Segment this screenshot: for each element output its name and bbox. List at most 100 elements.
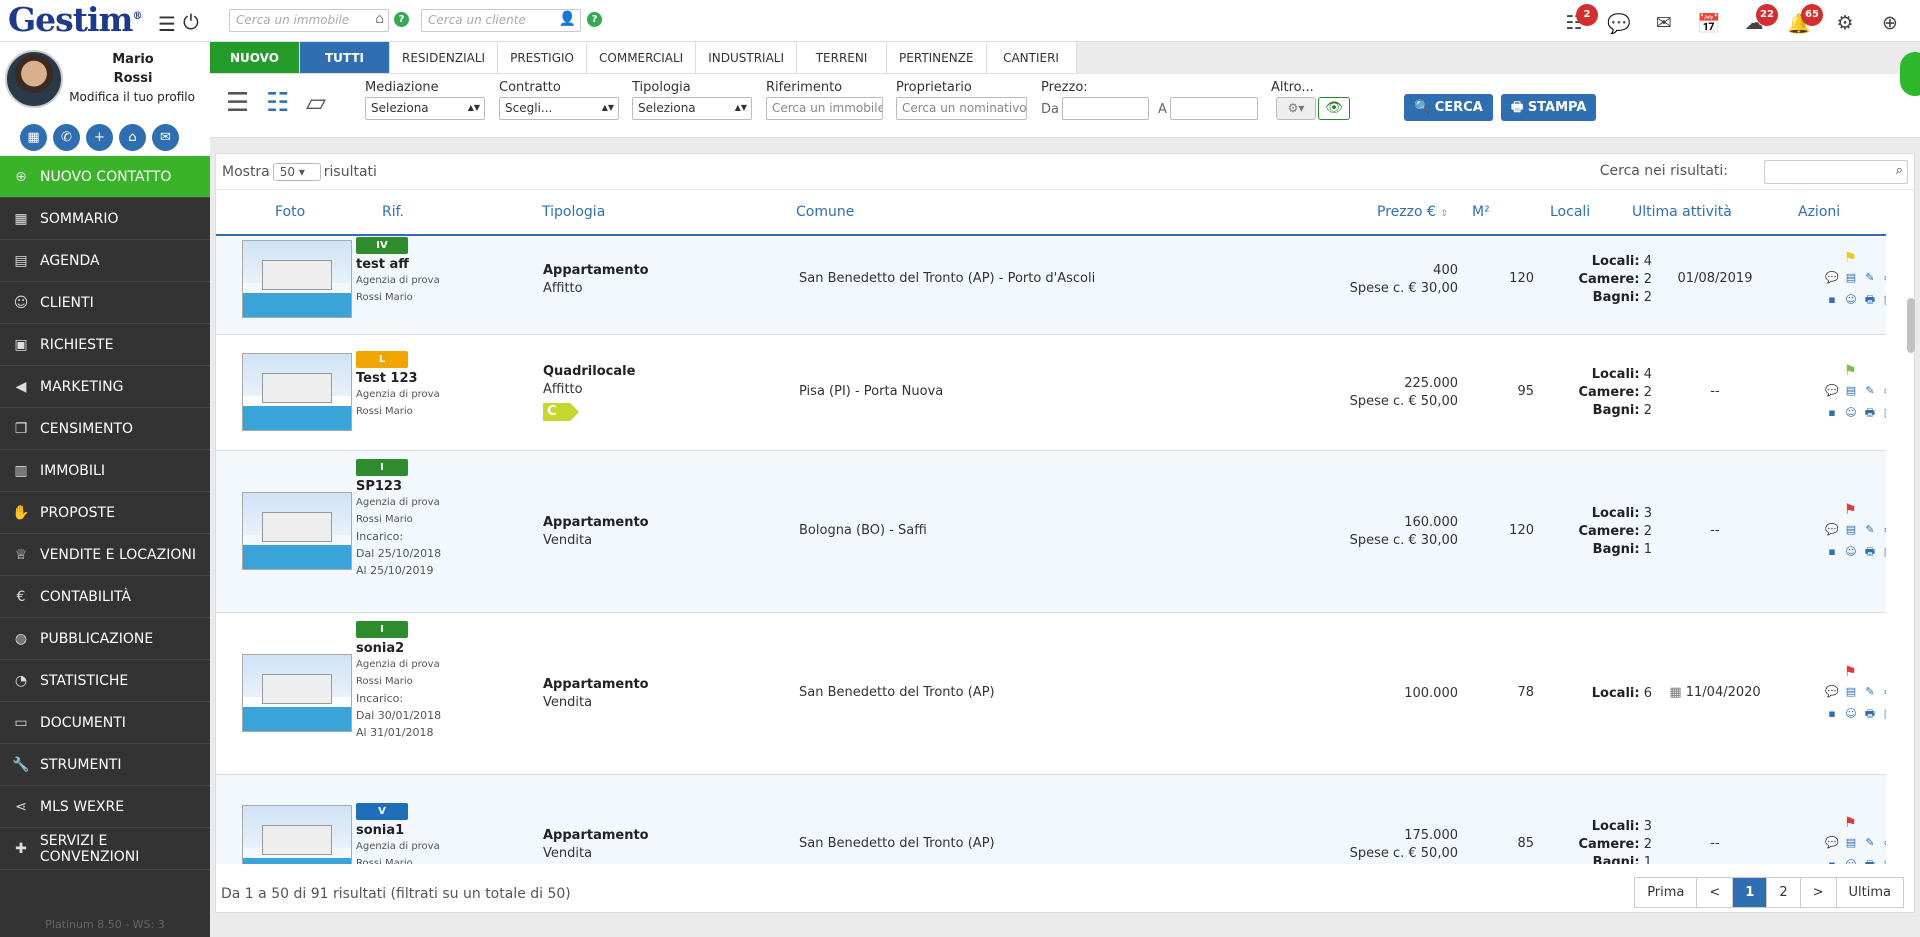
mediazione-select[interactable]: Seleziona ▲▼	[365, 97, 485, 120]
monitor-icon[interactable]: ▭	[1881, 383, 1886, 399]
col-tipologia[interactable]: Tipologia	[542, 204, 605, 220]
riferimento-input[interactable]: Cerca un immobile	[766, 97, 883, 120]
page-size-select[interactable]: 50 ▾	[272, 163, 321, 181]
people-icon[interactable]: ☺	[1843, 292, 1859, 308]
support-icon[interactable]: ⊕	[1878, 12, 1902, 34]
monitor-icon[interactable]: ▭	[1881, 835, 1886, 851]
save-icon[interactable]: ▪	[1824, 292, 1840, 308]
tasks-icon[interactable]: ☷ 2	[1562, 4, 1598, 34]
property-code[interactable]: Test 123	[356, 371, 506, 386]
calendar-x-icon[interactable]: 📅	[1697, 12, 1721, 35]
flag-icon[interactable]: ⚑	[1844, 815, 1857, 831]
sidebar-item-clienti[interactable]: ☺ CLIENTI	[0, 282, 210, 324]
tab-prestigio[interactable]: PRESTIGIO	[498, 42, 588, 74]
sidebar-item-sommario[interactable]: ▦ SOMMARIO	[0, 198, 210, 240]
page-next[interactable]: >	[1799, 877, 1837, 908]
property-code[interactable]: sonia2	[356, 641, 506, 656]
sidebar-item-nuovo-contatto[interactable]: ⊕ NUOVO CONTATTO	[0, 156, 210, 198]
photo-icon[interactable]: ▣	[1881, 405, 1886, 421]
table-row[interactable]: I SP123 Agenzia di prova Rossi Mario Inc…	[216, 451, 1886, 613]
col-comune[interactable]: Comune	[796, 204, 854, 220]
avatar[interactable]	[5, 50, 63, 108]
doc-icon[interactable]: ▤	[1843, 270, 1859, 286]
print-icon[interactable]: 🖶	[1862, 706, 1878, 722]
flag-icon[interactable]: ⚑	[1844, 502, 1857, 518]
edit-icon[interactable]: ✎	[1862, 684, 1878, 700]
chat-icon[interactable]: 💬	[1824, 522, 1840, 538]
chat-icon[interactable]: 💬	[1824, 270, 1840, 286]
edit-icon[interactable]: ✎	[1862, 835, 1878, 851]
prezzo-da-input[interactable]	[1062, 97, 1149, 120]
property-photo[interactable]	[242, 240, 352, 318]
list-view-icon[interactable]: ☰	[226, 88, 249, 118]
eye-icon[interactable]: 👁	[1318, 97, 1350, 120]
save-icon[interactable]: ▪	[1824, 544, 1840, 560]
app-logo[interactable]: Gestim®	[8, 0, 142, 39]
monitor-icon[interactable]: ▭	[1881, 270, 1886, 286]
table-row[interactable]: L Test 123 Agenzia di prova Rossi Mario …	[216, 335, 1886, 451]
property-code[interactable]: sonia1	[356, 823, 506, 838]
flag-icon[interactable]: ⚑	[1844, 664, 1857, 680]
edit-profile-link[interactable]: Modifica il tuo profilo	[69, 90, 195, 104]
calendar-icon[interactable]: ▦	[20, 124, 47, 151]
bell-icon[interactable]: 🔔 65	[1787, 4, 1823, 35]
photo-icon[interactable]: ▣	[1881, 292, 1886, 308]
edit-icon[interactable]: ✎	[1862, 522, 1878, 538]
save-icon[interactable]: ▪	[1824, 706, 1840, 722]
property-photo[interactable]	[242, 353, 352, 431]
chat-icon[interactable]: 💬	[1824, 684, 1840, 700]
cerca-nei-risultati-input[interactable]: ⌕	[1764, 160, 1908, 184]
col-foto[interactable]: Foto	[275, 204, 305, 220]
home-icon[interactable]: ⌂	[119, 124, 146, 151]
col-rif[interactable]: Rif.	[382, 204, 404, 220]
cerca-button[interactable]: 🔍 CERCA	[1404, 94, 1493, 121]
edit-icon[interactable]: ✎	[1862, 270, 1878, 286]
page-last[interactable]: Ultima	[1835, 877, 1904, 908]
sidebar-item-pubblicazione[interactable]: ◍ PUBBLICAZIONE	[0, 618, 210, 660]
sidebar-item-vendite[interactable]: ♕ VENDITE E LOCAZIONI	[0, 534, 210, 576]
page-2[interactable]: 2	[1766, 877, 1801, 908]
page-prev[interactable]: <	[1696, 877, 1734, 908]
tab-cantieri[interactable]: CANTIERI	[986, 42, 1077, 74]
table-row[interactable]: IV test aff Agenzia di prova Rossi Mario…	[216, 237, 1886, 335]
page-first[interactable]: Prima	[1634, 877, 1698, 908]
edit-icon[interactable]: ✎	[1862, 383, 1878, 399]
map-view-icon[interactable]: ▱	[306, 88, 326, 118]
property-photo[interactable]	[242, 492, 352, 570]
save-icon[interactable]: ▪	[1824, 405, 1840, 421]
people-icon[interactable]: ☺	[1843, 706, 1859, 722]
flag-icon[interactable]: ⚑	[1844, 363, 1857, 379]
tab-terreni[interactable]: TERRENI	[797, 42, 888, 74]
people-icon[interactable]: ☺	[1843, 857, 1859, 864]
photo-icon[interactable]: ▣	[1881, 857, 1886, 864]
col-ultima-attivita[interactable]: Ultima attività	[1632, 204, 1732, 220]
doc-icon[interactable]: ▤	[1843, 684, 1859, 700]
tab-nuovo[interactable]: NUOVO	[210, 42, 300, 74]
sidebar-item-marketing[interactable]: ◀ MARKETING	[0, 366, 210, 408]
help-icon[interactable]: ?	[394, 12, 409, 27]
altro-gear-dropdown[interactable]: ⚙▾	[1276, 97, 1316, 120]
print-icon[interactable]: 🖶	[1862, 405, 1878, 421]
flag-icon[interactable]: ⚑	[1844, 250, 1857, 266]
help-icon[interactable]: ?	[587, 12, 602, 27]
search-cliente-input[interactable]: Cerca un cliente 👤	[421, 9, 581, 32]
property-code[interactable]: test aff	[356, 257, 506, 272]
cloud-icon[interactable]: ☁ 22	[1742, 4, 1778, 34]
doc-icon[interactable]: ▤	[1843, 383, 1859, 399]
tab-commerciali[interactable]: COMMERCIALI	[587, 42, 697, 74]
chat-icon[interactable]: 💬	[1824, 835, 1840, 851]
prezzo-a-input[interactable]	[1170, 97, 1258, 120]
scrollbar[interactable]	[1905, 238, 1917, 868]
sidebar-item-proposte[interactable]: ✋ PROPOSTE	[0, 492, 210, 534]
tipologia-select[interactable]: Seleziona ▲▼	[632, 97, 752, 120]
tab-tutti[interactable]: TUTTI	[300, 42, 390, 74]
tab-industriali[interactable]: INDUSTRIALI	[696, 42, 798, 74]
save-icon[interactable]: ▪	[1824, 857, 1840, 864]
people-icon[interactable]: ☺	[1843, 405, 1859, 421]
property-photo[interactable]	[242, 805, 352, 864]
col-prezzo[interactable]: Prezzo € ⇕	[1377, 204, 1448, 220]
monitor-icon[interactable]: ▭	[1881, 522, 1886, 538]
mail-icon[interactable]: ✉	[152, 124, 179, 151]
chat-widget[interactable]	[1900, 52, 1920, 96]
sidebar-item-mls-wexre[interactable]: ⋖ MLS WEXRE	[0, 786, 210, 828]
